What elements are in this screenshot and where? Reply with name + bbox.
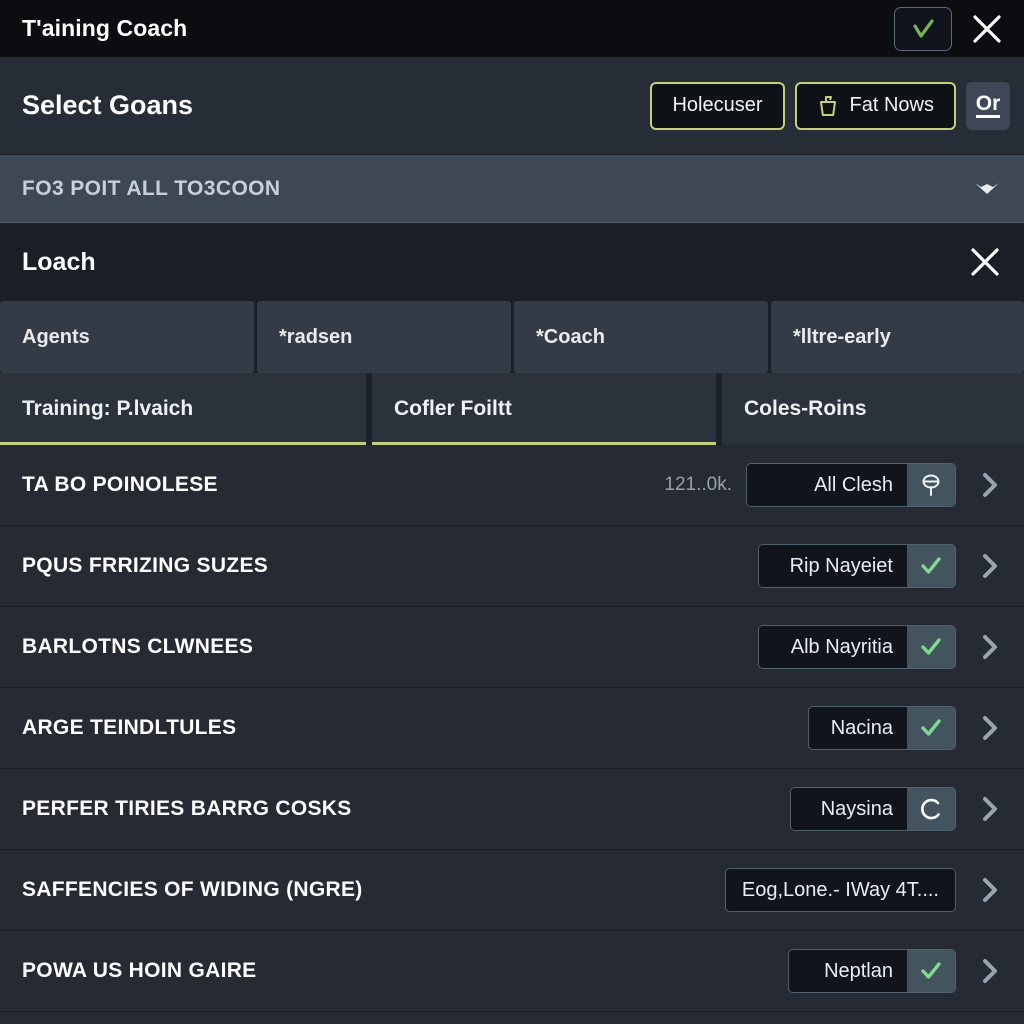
row-value-chip[interactable]: Rip Nayeiet [758, 544, 956, 588]
row-value: Eog,Lone.- IWay 4T.... [725, 869, 955, 911]
or-link-label: Or [975, 93, 1001, 118]
chevron-down-icon [975, 182, 999, 194]
row-expand-button[interactable] [970, 471, 1010, 499]
section-collapse-bar[interactable]: FO3 POIT ALL TO3COON [0, 155, 1024, 223]
window-close-button[interactable] [964, 6, 1010, 52]
spinner-icon [921, 798, 940, 820]
subtab-label: Coles-Roins [744, 397, 867, 420]
fat-nows-button[interactable]: Fat Nows [794, 81, 956, 130]
dialog-header: Loach [0, 223, 1024, 301]
settings-list: TA BO POINOLESE 121..0k. All Clesh PQUS … [0, 445, 1024, 1024]
row-value: All Clesh [747, 464, 907, 506]
row-value: Rip Nayeiet [759, 545, 907, 587]
dialog-close-button[interactable] [962, 239, 1008, 285]
row-value-chip[interactable]: Neptlan [788, 949, 956, 993]
chevron-right-icon [983, 959, 997, 983]
row-value-chip[interactable]: Alb Nayritia [758, 625, 956, 669]
table-row[interactable]: TA BO POINOLESE 121..0k. All Clesh [0, 445, 1024, 526]
row-value-chip[interactable]: All Clesh [746, 463, 956, 507]
section-bar-label: FO3 POIT ALL TO3COON [22, 176, 281, 200]
row-value: Naysina [791, 788, 907, 830]
check-icon [913, 18, 934, 38]
window-title-actions [894, 6, 1010, 52]
or-link-button[interactable]: Or [966, 81, 1010, 130]
subtab-label: Training: P.lvaich [22, 397, 194, 420]
tab-label: *Coach [536, 325, 605, 348]
row-expand-button[interactable] [970, 876, 1010, 904]
row-label: PQUS FRRIZING SUZES [22, 554, 269, 577]
chevron-right-icon [983, 554, 997, 578]
row-label: POWA US HOIN GAIRE [22, 959, 257, 982]
spinner-icon-button[interactable] [907, 788, 955, 830]
row-value: Nacina [809, 707, 907, 749]
table-row[interactable]: POWA US HOIN GAIRE Neptlan [0, 931, 1024, 1012]
section-collapse-toggle[interactable] [972, 178, 1002, 200]
page-header-actions: Holecuser Fat Nows Or [650, 81, 1010, 130]
row-value-chip[interactable]: Nacina [808, 706, 956, 750]
tab-label: *radsen [279, 325, 353, 348]
row-expand-button[interactable] [970, 552, 1010, 580]
row-expand-button[interactable] [970, 795, 1010, 823]
fat-nows-button-label: Fat Nows [849, 94, 934, 116]
table-row[interactable]: SAFFENCIES OF WIDING (NGRE) Eog,Lone.- I… [0, 850, 1024, 931]
training-coach-window: T'aining Coach Select Goans Holecuser Fa… [0, 0, 1024, 1024]
check-icon-button[interactable] [907, 950, 955, 992]
table-row[interactable]: BARLOTNS CLWNEES Alb Nayritia [0, 607, 1024, 688]
subtab-label: Cofler Foiltt [394, 397, 512, 420]
chevron-right-icon [983, 716, 997, 740]
window-title: T'aining Coach [22, 15, 188, 41]
check-icon-button[interactable] [907, 545, 955, 587]
check-icon [921, 962, 941, 979]
check-icon [921, 557, 941, 574]
close-icon [971, 248, 999, 276]
row-label: SAFFENCIES OF WIDING (NGRE) [22, 878, 363, 901]
row-label: ARGE TEINDLTULES [22, 716, 237, 739]
holecuser-button[interactable]: Holecuser [650, 81, 785, 130]
subtab-coles-roins[interactable]: Coles-Roins [722, 373, 1024, 445]
page-title: Select Goans [22, 90, 194, 120]
row-label: TA BO POINOLESE [22, 473, 218, 496]
row-value-chip[interactable]: Eog,Lone.- IWay 4T.... [724, 868, 956, 912]
check-icon-button[interactable] [907, 707, 955, 749]
row-value-chip[interactable]: Naysina [790, 787, 956, 831]
window-title-bar: T'aining Coach [0, 0, 1024, 57]
row-label: BARLOTNS CLWNEES [22, 635, 254, 658]
row-expand-button[interactable] [970, 957, 1010, 985]
dialog-title: Loach [22, 247, 96, 276]
tab-label: *lltre-early [793, 325, 891, 348]
row-value: Neptlan [789, 950, 907, 992]
chevron-right-icon [983, 473, 997, 497]
chevron-right-icon [983, 797, 997, 821]
table-row[interactable]: PERFER TIRIES BARRG COSKS Naysina [0, 769, 1024, 850]
tab-coach[interactable]: *Coach [514, 301, 768, 373]
tab-label: Agents [22, 325, 90, 348]
holecuser-button-label: Holecuser [672, 94, 763, 116]
secondary-tab-strip: Training: P.lvaich Cofler Foiltt Coles-R… [0, 373, 1024, 445]
chevron-right-icon [983, 635, 997, 659]
table-row[interactable]: ARGE TEINDLTULES Nacina [0, 688, 1024, 769]
page-header: Select Goans Holecuser Fat Nows Or [0, 57, 1024, 155]
table-row[interactable]: PQUS FRRIZING SUZES Rip Nayeiet [0, 526, 1024, 607]
row-expand-button[interactable] [970, 633, 1010, 661]
chevron-right-icon [983, 878, 997, 902]
primary-tab-strip: Agents *radsen *Coach *lltre-early [0, 301, 1024, 373]
tab-agents[interactable]: Agents [0, 301, 254, 373]
row-meta: 121..0k. [664, 474, 732, 495]
check-icon [921, 719, 941, 736]
check-icon-button[interactable] [907, 626, 955, 668]
row-value: Alb Nayritia [759, 626, 907, 668]
row-label: PERFER TIRIES BARRG COSKS [22, 797, 352, 820]
cup-icon [819, 95, 836, 116]
tab-lltre-early[interactable]: *lltre-early [771, 301, 1024, 373]
close-icon [973, 14, 1001, 43]
confirm-button[interactable] [894, 6, 952, 51]
subtab-training-plvaich[interactable]: Training: P.lvaich [0, 373, 366, 445]
row-expand-button[interactable] [970, 714, 1010, 742]
tab-radsen[interactable]: *radsen [257, 301, 511, 373]
lollipop-icon [922, 474, 940, 496]
check-icon [921, 638, 941, 655]
lollipop-icon-button[interactable] [907, 464, 955, 506]
subtab-cofler-foiltt[interactable]: Cofler Foiltt [372, 373, 716, 445]
